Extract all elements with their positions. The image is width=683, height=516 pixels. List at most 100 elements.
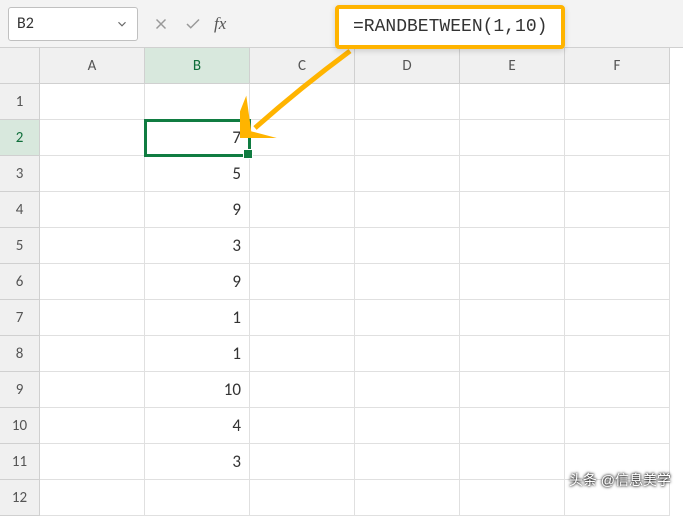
cell-C5[interactable] xyxy=(250,228,355,264)
cell-A6[interactable] xyxy=(40,264,145,300)
formula-bar-buttons: fx xyxy=(148,11,228,37)
cell-B5[interactable]: 3 xyxy=(145,228,250,264)
cell-F6[interactable] xyxy=(565,264,670,300)
cell-C4[interactable] xyxy=(250,192,355,228)
row-header[interactable]: 5 xyxy=(0,228,40,264)
cell-E8[interactable] xyxy=(460,336,565,372)
cell-E10[interactable] xyxy=(460,408,565,444)
name-box[interactable]: B2 xyxy=(8,7,138,41)
cell-D2[interactable] xyxy=(355,120,460,156)
cell-C1[interactable] xyxy=(250,84,355,120)
cell-F1[interactable] xyxy=(565,84,670,120)
row-header[interactable]: 12 xyxy=(0,480,40,516)
cell-C12[interactable] xyxy=(250,480,355,516)
formula-text: =RANDBETWEEN(1,10) xyxy=(353,17,547,37)
cancel-button[interactable] xyxy=(148,11,174,37)
cell-B12[interactable] xyxy=(145,480,250,516)
cell-F9[interactable] xyxy=(565,372,670,408)
cell-D7[interactable] xyxy=(355,300,460,336)
cell-C10[interactable] xyxy=(250,408,355,444)
cell-D6[interactable] xyxy=(355,264,460,300)
cell-F4[interactable] xyxy=(565,192,670,228)
row-header[interactable]: 4 xyxy=(0,192,40,228)
row-header[interactable]: 6 xyxy=(0,264,40,300)
cell-A5[interactable] xyxy=(40,228,145,264)
cell-F8[interactable] xyxy=(565,336,670,372)
column-header[interactable]: E xyxy=(460,48,565,84)
cell-C2[interactable] xyxy=(250,120,355,156)
select-all-corner[interactable] xyxy=(0,48,40,84)
cell-B4[interactable]: 9 xyxy=(145,192,250,228)
cell-D11[interactable] xyxy=(355,444,460,480)
cell-F10[interactable] xyxy=(565,408,670,444)
cell-E4[interactable] xyxy=(460,192,565,228)
cell-F3[interactable] xyxy=(565,156,670,192)
row-header[interactable]: 9 xyxy=(0,372,40,408)
enter-button[interactable] xyxy=(180,11,206,37)
cell-E9[interactable] xyxy=(460,372,565,408)
cell-E1[interactable] xyxy=(460,84,565,120)
watermark: 头条 @信息美学 xyxy=(569,470,671,490)
cell-B3[interactable]: 5 xyxy=(145,156,250,192)
column-header[interactable]: D xyxy=(355,48,460,84)
row-header[interactable]: 10 xyxy=(0,408,40,444)
cell-B9[interactable]: 10 xyxy=(145,372,250,408)
fx-icon[interactable]: fx xyxy=(212,14,228,34)
cell-C3[interactable] xyxy=(250,156,355,192)
column-header[interactable]: B xyxy=(145,48,250,84)
column-header[interactable]: A xyxy=(40,48,145,84)
cell-E6[interactable] xyxy=(460,264,565,300)
column-header[interactable]: C xyxy=(250,48,355,84)
column-header[interactable]: F xyxy=(565,48,670,84)
cell-B6[interactable]: 9 xyxy=(145,264,250,300)
row-header[interactable]: 1 xyxy=(0,84,40,120)
cell-D5[interactable] xyxy=(355,228,460,264)
cell-E3[interactable] xyxy=(460,156,565,192)
name-box-value: B2 xyxy=(17,14,34,33)
cell-C9[interactable] xyxy=(250,372,355,408)
cell-A3[interactable] xyxy=(40,156,145,192)
spreadsheet-grid[interactable]: ABCDEF12735495369718191010411312 xyxy=(0,48,683,516)
cell-A2[interactable] xyxy=(40,120,145,156)
row-header[interactable]: 7 xyxy=(0,300,40,336)
cell-C11[interactable] xyxy=(250,444,355,480)
chevron-down-icon xyxy=(115,17,129,31)
cell-E12[interactable] xyxy=(460,480,565,516)
cell-A11[interactable] xyxy=(40,444,145,480)
cell-C7[interactable] xyxy=(250,300,355,336)
row-header[interactable]: 2 xyxy=(0,120,40,156)
cell-B10[interactable]: 4 xyxy=(145,408,250,444)
cell-E5[interactable] xyxy=(460,228,565,264)
cell-A12[interactable] xyxy=(40,480,145,516)
cell-B1[interactable] xyxy=(145,84,250,120)
cell-E11[interactable] xyxy=(460,444,565,480)
cell-D1[interactable] xyxy=(355,84,460,120)
row-header[interactable]: 11 xyxy=(0,444,40,480)
cell-D3[interactable] xyxy=(355,156,460,192)
cell-B2[interactable]: 7 xyxy=(145,120,250,156)
row-header[interactable]: 8 xyxy=(0,336,40,372)
cell-A1[interactable] xyxy=(40,84,145,120)
cell-B8[interactable]: 1 xyxy=(145,336,250,372)
cell-B11[interactable]: 3 xyxy=(145,444,250,480)
formula-input[interactable]: =RANDBETWEEN(1,10) xyxy=(335,5,565,49)
cell-D9[interactable] xyxy=(355,372,460,408)
cell-D10[interactable] xyxy=(355,408,460,444)
cell-A8[interactable] xyxy=(40,336,145,372)
cell-C8[interactable] xyxy=(250,336,355,372)
cell-A4[interactable] xyxy=(40,192,145,228)
cell-C6[interactable] xyxy=(250,264,355,300)
cell-E2[interactable] xyxy=(460,120,565,156)
cell-A10[interactable] xyxy=(40,408,145,444)
cell-A7[interactable] xyxy=(40,300,145,336)
cell-B7[interactable]: 1 xyxy=(145,300,250,336)
cell-D12[interactable] xyxy=(355,480,460,516)
cell-F2[interactable] xyxy=(565,120,670,156)
cell-F7[interactable] xyxy=(565,300,670,336)
cell-D8[interactable] xyxy=(355,336,460,372)
cell-A9[interactable] xyxy=(40,372,145,408)
cell-F5[interactable] xyxy=(565,228,670,264)
row-header[interactable]: 3 xyxy=(0,156,40,192)
cell-D4[interactable] xyxy=(355,192,460,228)
cell-E7[interactable] xyxy=(460,300,565,336)
